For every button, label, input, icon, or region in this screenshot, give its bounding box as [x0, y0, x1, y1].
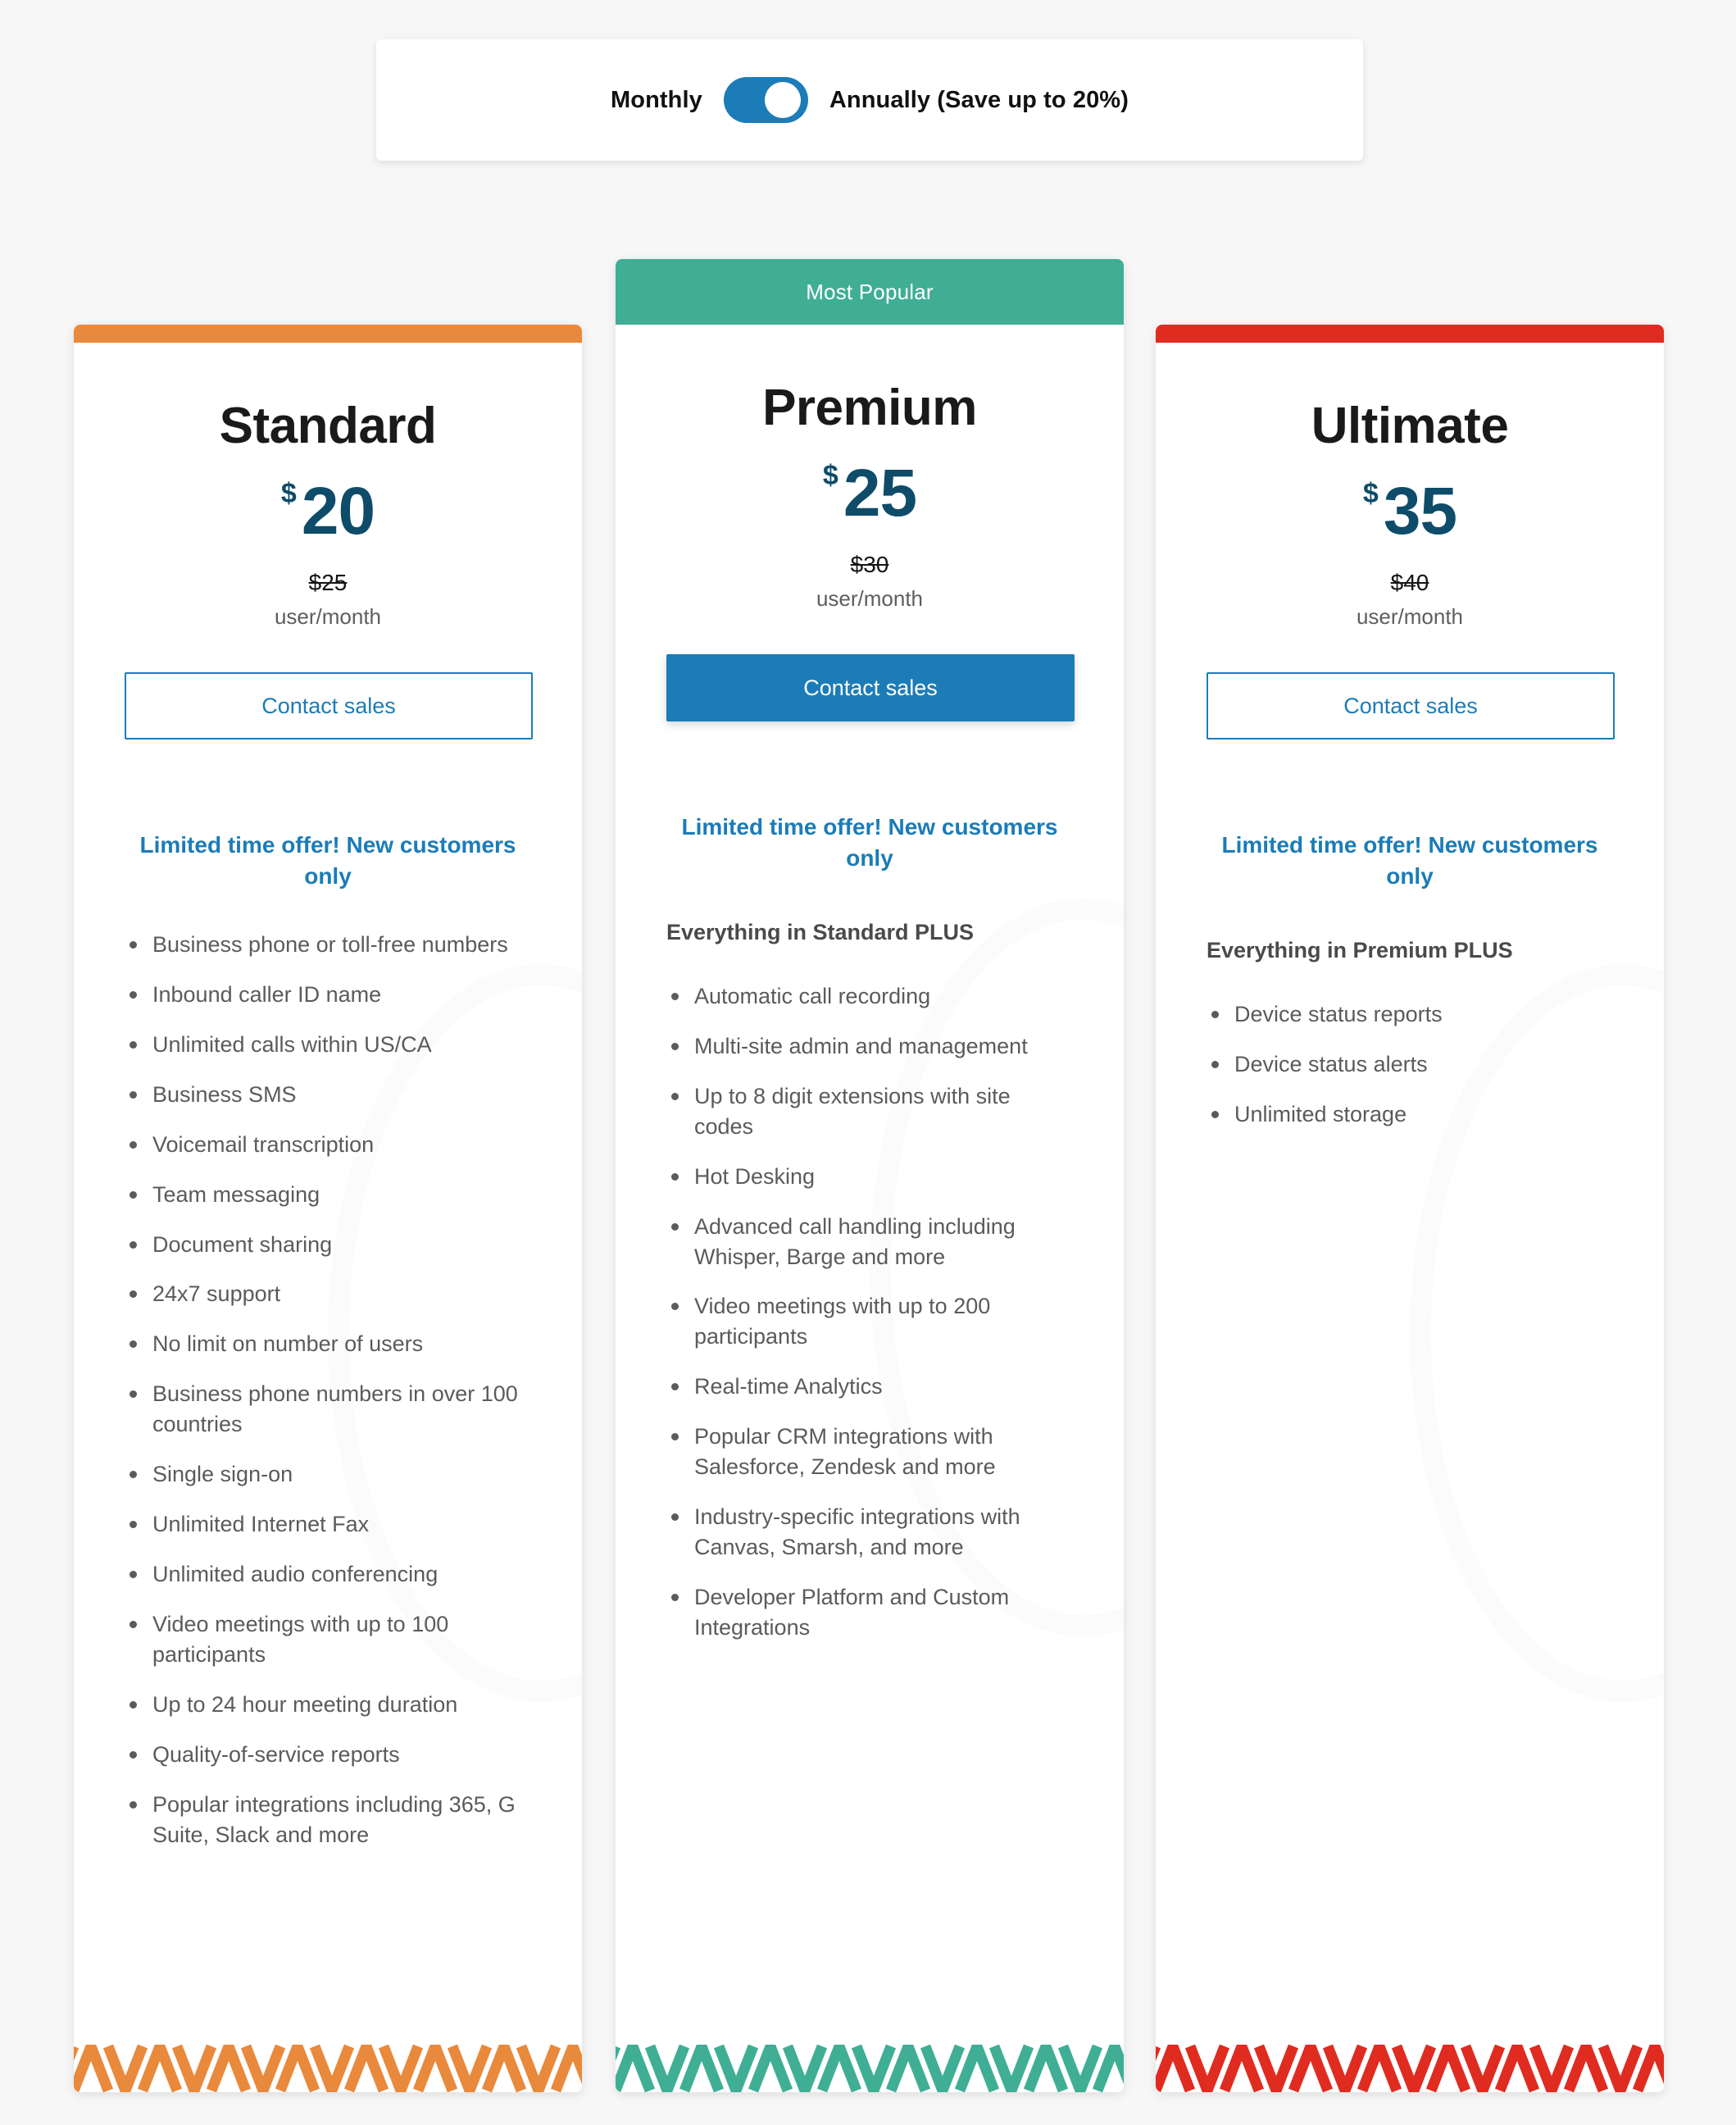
limited-offer-standard: Limited time offer! New customers only	[139, 832, 516, 889]
list-item: Up to 8 digit extensions with site codes	[666, 1081, 1073, 1142]
list-item: Developer Platform and Custom Integratio…	[666, 1582, 1073, 1643]
list-item: Up to 24 hour meeting duration	[125, 1690, 531, 1720]
list-item: Automatic call recording	[666, 981, 1073, 1012]
list-item: Single sign-on	[125, 1459, 531, 1490]
card-accent-bar-ultimate	[1156, 325, 1664, 343]
price-period-premium: user/month	[816, 586, 924, 611]
plus-heading-ultimate: Everything in Premium PLUS	[1207, 937, 1513, 962]
list-item: Multi-site admin and management	[666, 1031, 1073, 1062]
plan-name-ultimate: Ultimate	[1311, 398, 1509, 454]
list-item: Business phone or toll-free numbers	[125, 930, 531, 960]
price-amount: 25	[843, 456, 917, 530]
plan-name-premium: Premium	[762, 380, 977, 436]
most-popular-badge: Most Popular	[616, 259, 1124, 325]
list-item: No limit on number of users	[125, 1329, 531, 1359]
card-bottom-pattern-premium	[616, 2045, 1124, 2092]
card-bottom-pattern-ultimate	[1156, 2045, 1664, 2092]
list-item: Video meetings with up to 100 participan…	[125, 1609, 531, 1670]
price-period-standard: user/month	[274, 604, 382, 629]
plan-price-standard: $20	[125, 478, 531, 545]
list-item: Inbound caller ID name	[125, 980, 531, 1010]
list-item: Video meetings with up to 200 participan…	[666, 1291, 1073, 1352]
old-price-standard: $25	[308, 570, 348, 595]
plan-card-body-standard: Standard $20 $25 user/month Contact sale…	[74, 397, 582, 1850]
list-item: Quality-of-service reports	[125, 1740, 531, 1770]
price-amount: 20	[301, 474, 375, 548]
plus-heading-premium: Everything in Standard PLUS	[666, 919, 975, 944]
plan-card-body-premium: Premium $25 $30 user/month Contact sales…	[616, 379, 1124, 1643]
plan-card-premium: Most Popular Premium $25 $30 user/month …	[616, 259, 1124, 2092]
list-item: Unlimited Internet Fax	[125, 1509, 531, 1540]
list-item: Team messaging	[125, 1180, 531, 1210]
list-item: Document sharing	[125, 1230, 531, 1260]
list-item: Device status reports	[1207, 999, 1613, 1030]
list-item: Unlimited storage	[1207, 1099, 1613, 1130]
card-accent-bar-standard	[74, 325, 582, 343]
feature-list-premium: Automatic call recording Multi-site admin…	[666, 981, 1073, 1644]
list-item: Business SMS	[125, 1080, 531, 1110]
contact-sales-button-ultimate[interactable]: Contact sales	[1207, 672, 1615, 739]
currency-symbol: $	[1362, 478, 1379, 509]
limited-offer-ultimate: Limited time offer! New customers only	[1221, 832, 1598, 889]
list-item: Industry-specific integrations with Canv…	[666, 1502, 1073, 1563]
list-item: Business phone numbers in over 100 count…	[125, 1379, 531, 1440]
pricing-cards: Standard $20 $25 user/month Contact sale…	[0, 0, 1736, 2125]
limited-offer-premium: Limited time offer! New customers only	[681, 814, 1058, 871]
price-amount: 35	[1383, 474, 1457, 548]
currency-symbol: $	[822, 460, 838, 491]
list-item: Popular integrations including 365, G Su…	[125, 1790, 531, 1850]
feature-list-standard: Business phone or toll-free numbers Inbou…	[125, 930, 531, 1851]
old-price-premium: $30	[850, 552, 889, 577]
feature-list-ultimate: Device status reports Device status alert…	[1207, 999, 1613, 1130]
plan-name-standard: Standard	[219, 398, 437, 454]
list-item: Popular CRM integrations with Salesforce…	[666, 1422, 1073, 1482]
plan-card-body-ultimate: Ultimate $35 $40 user/month Contact sale…	[1156, 397, 1664, 1130]
currency-symbol: $	[280, 478, 297, 509]
contact-sales-button-standard[interactable]: Contact sales	[125, 672, 533, 739]
list-item: Unlimited audio conferencing	[125, 1559, 531, 1590]
plan-price-premium: $25	[666, 460, 1073, 527]
old-price-ultimate: $40	[1390, 570, 1429, 595]
card-bottom-pattern-standard	[74, 2045, 582, 2092]
list-item: Real-time Analytics	[666, 1372, 1073, 1402]
list-item: 24x7 support	[125, 1279, 531, 1309]
list-item: Unlimited calls within US/CA	[125, 1030, 531, 1060]
pricing-page: Monthly Annually (Save up to 20%) Standa…	[0, 0, 1736, 2125]
plan-card-standard: Standard $20 $25 user/month Contact sale…	[74, 325, 582, 2092]
list-item: Advanced call handling including Whisper…	[666, 1212, 1073, 1272]
price-period-ultimate: user/month	[1356, 604, 1464, 629]
plan-price-ultimate: $35	[1207, 478, 1613, 545]
contact-sales-button-premium[interactable]: Contact sales	[666, 654, 1075, 721]
plan-card-ultimate: Ultimate $35 $40 user/month Contact sale…	[1156, 325, 1664, 2092]
list-item: Device status alerts	[1207, 1049, 1613, 1080]
list-item: Voicemail transcription	[125, 1130, 531, 1160]
list-item: Hot Desking	[666, 1162, 1073, 1192]
